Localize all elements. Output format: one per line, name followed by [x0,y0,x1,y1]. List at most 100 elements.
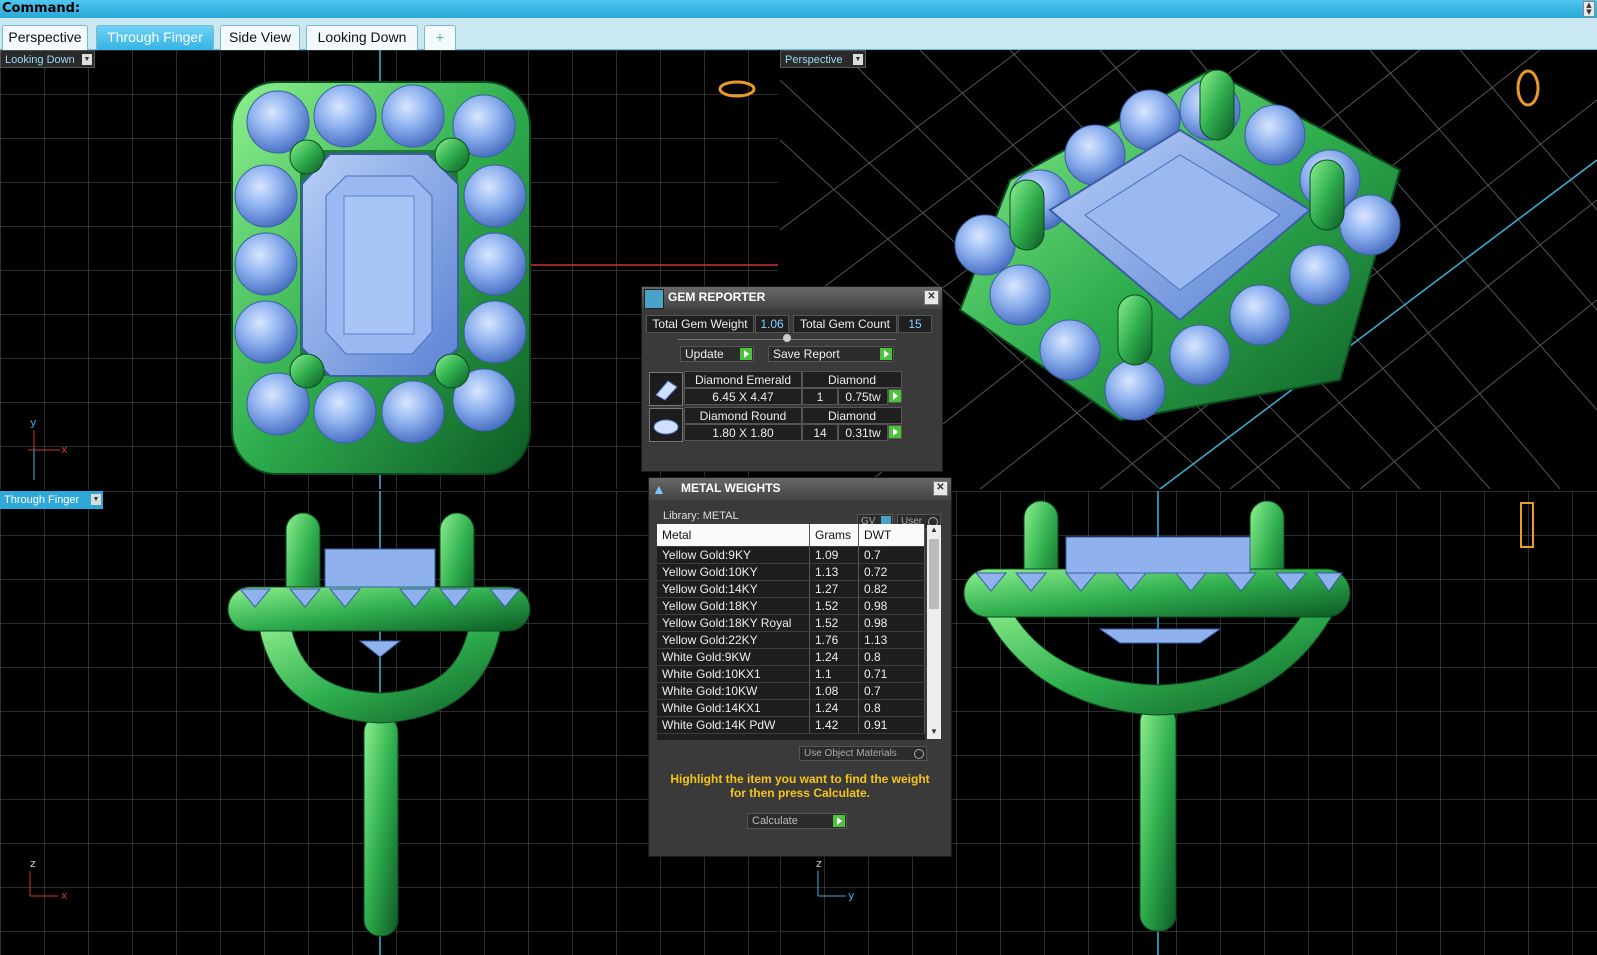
ring-orientation-icon [1516,69,1540,107]
viewport-label-through-finger[interactable]: Through Finger ▼ [0,491,103,509]
add-tab-button[interactable]: + [424,25,456,50]
save-report-button[interactable]: Save Report [768,346,894,362]
command-bar[interactable]: Command: ▲ ▼ [0,0,1597,18]
cell-dwt: 0.82 [858,580,925,598]
metal-table-scrollbar[interactable]: ▲ ▼ [927,525,941,739]
update-button[interactable]: Update [680,346,754,362]
table-row[interactable]: Yellow Gold:10KY 1.13 0.72 [657,563,925,581]
table-row[interactable]: Yellow Gold:22KY 1.76 1.13 [657,631,925,649]
instruction-text: Highlight the item you want to find the … [670,772,930,800]
gem-row-expand-button[interactable] [888,389,902,403]
metal-weights-panel: ▲ METAL WEIGHTS ✕ Library: METAL GV User… [648,477,952,857]
cell-metal: Yellow Gold:22KY [657,631,810,649]
gem-count: 14 [802,424,838,441]
cell-grams: 1.08 [809,682,859,700]
cell-dwt: 0.8 [858,648,925,666]
gem-reporter-titlebar[interactable]: GEM REPORTER ✕ [642,287,942,309]
tab-looking-down[interactable]: Looking Down [306,25,418,50]
cell-grams: 1.27 [809,580,859,598]
close-icon[interactable]: ✕ [924,290,939,305]
cell-dwt: 0.7 [858,546,925,564]
metal-weights-icon: ▲ [652,481,666,497]
table-row[interactable]: Yellow Gold:9KY 1.09 0.7 [657,546,925,564]
tab-through-finger[interactable]: Through Finger [96,25,214,50]
axis-label: z [816,857,822,870]
cell-metal: White Gold:14K PdW [657,716,810,734]
cell-grams: 1.09 [809,546,859,564]
center-emerald-side [324,548,436,588]
viewport-label-looking-down[interactable]: Looking Down ▼ [0,50,95,68]
calculate-button[interactable]: Calculate [747,813,847,829]
chevron-down-icon[interactable]: ▼ [91,494,101,505]
round-cut-icon [649,408,683,442]
gem-material: Diamond [802,407,902,424]
metal-table[interactable]: Metal Grams DWT Yellow Gold:9KY 1.09 0.7 Ye… [657,524,925,740]
chevron-down-icon[interactable]: ▼ [82,54,92,65]
gem-report-icon [644,289,664,309]
total-gem-count-value: 15 [898,315,932,333]
axis-label: x [61,443,68,456]
cell-grams: 1.42 [809,716,859,734]
metal-weights-title: METAL WEIGHTS [681,481,781,495]
column-header-dwt[interactable]: DWT [858,524,925,547]
cell-metal: Yellow Gold:10KY [657,563,810,581]
cell-metal: Yellow Gold:9KY [657,546,810,564]
cell-dwt: 0.71 [858,665,925,683]
tab-side-view[interactable]: Side View [220,25,300,50]
cell-dwt: 0.7 [858,682,925,700]
cell-grams: 1.24 [809,648,859,666]
table-row[interactable]: White Gold:10KX1 1.1 0.71 [657,665,925,683]
gem-name: Diamond Emerald [684,371,802,388]
scrollbar-thumb[interactable] [929,539,939,609]
table-row[interactable]: Yellow Gold:18KY Royal 1.52 0.98 [657,614,925,632]
table-row[interactable]: White Gold:9KW 1.24 0.8 [657,648,925,666]
cell-dwt: 0.91 [858,716,925,734]
cell-grams: 1.24 [809,699,859,717]
axis-label: x [61,889,68,902]
table-row[interactable]: Yellow Gold:18KY 1.52 0.98 [657,597,925,615]
scroll-down-icon[interactable]: ▼ [927,727,941,739]
gem-size: 6.45 X 4.47 [684,388,802,405]
cell-metal: White Gold:10KX1 [657,665,810,683]
svg-text:y: y [30,416,37,429]
table-row[interactable]: White Gold:14K PdW 1.42 0.91 [657,716,925,734]
play-icon [889,390,901,402]
cell-dwt: 0.8 [858,699,925,717]
column-header-metal[interactable]: Metal [657,524,810,547]
chevron-down-icon[interactable]: ▼ [853,54,863,65]
gem-reporter-panel: GEM REPORTER ✕ Total Gem Weight 1.06 Tot… [641,286,943,472]
table-row[interactable]: White Gold:14KX1 1.24 0.8 [657,699,925,717]
gem-material: Diamond [802,371,902,388]
splitter-handle[interactable] [783,334,791,342]
use-object-materials-toggle[interactable]: Use Object Materials [799,746,927,761]
cell-metal: Yellow Gold:18KY Royal [657,614,810,632]
metal-weights-titlebar[interactable]: ▲ METAL WEIGHTS ✕ [649,478,951,500]
gem-reporter-title: GEM REPORTER [668,290,766,304]
cell-grams: 1.52 [809,614,859,632]
cell-metal: Yellow Gold:18KY [657,597,810,615]
total-gem-weight-label: Total Gem Weight [646,315,754,333]
axis-label: y [848,889,855,902]
column-header-grams[interactable]: Grams [809,524,859,547]
scroll-up-icon[interactable]: ▲ [927,525,941,537]
gem-row-expand-button[interactable] [888,425,902,439]
close-icon[interactable]: ✕ [933,481,948,496]
cell-grams: 1.52 [809,597,859,615]
gem-size: 1.80 X 1.80 [684,424,802,441]
gem-name: Diamond Round [684,407,802,424]
play-icon [880,348,892,360]
play-icon [833,815,845,827]
cell-grams: 1.13 [809,563,859,581]
viewport-label-perspective[interactable]: Perspective ▼ [780,50,866,68]
cell-dwt: 0.98 [858,614,925,632]
gem-weight: 0.75tw [838,388,888,405]
command-scroll[interactable]: ▲ ▼ [1583,1,1595,17]
emerald-cut-icon [649,372,683,406]
cell-metal: White Gold:10KW [657,682,810,700]
table-row[interactable]: White Gold:10KW 1.08 0.7 [657,682,925,700]
radio-icon [914,749,924,759]
tab-perspective[interactable]: Perspective [2,25,88,50]
cell-metal: Yellow Gold:14KY [657,580,810,598]
table-row[interactable]: Yellow Gold:14KY 1.27 0.82 [657,580,925,598]
total-gem-weight-value: 1.06 [755,315,789,333]
